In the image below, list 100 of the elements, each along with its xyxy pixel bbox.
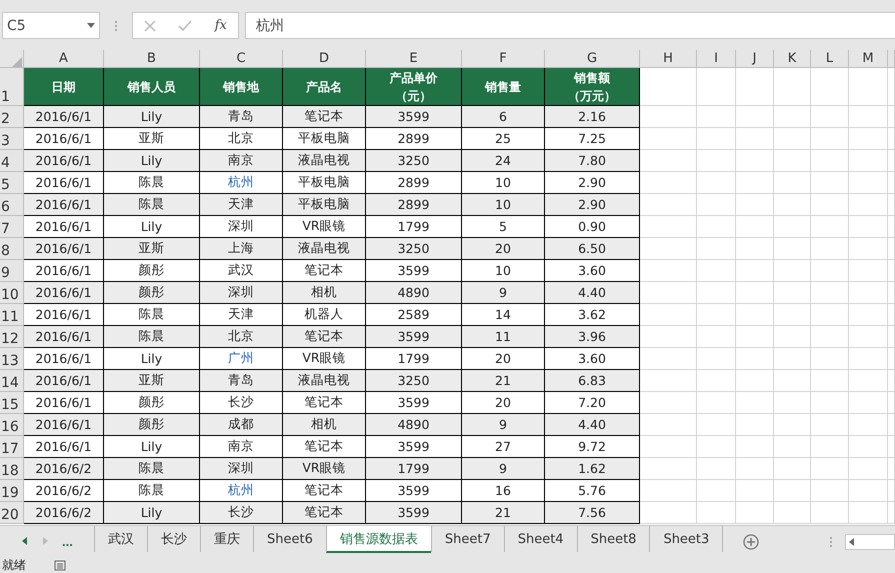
- row-header[interactable]: 1: [0, 68, 24, 106]
- column-header[interactable]: I: [697, 50, 736, 68]
- table-cell: 4890: [366, 282, 462, 304]
- status-text: 就绪: [2, 556, 26, 573]
- table-cell: 9: [462, 282, 545, 304]
- row-header[interactable]: 9: [0, 260, 24, 282]
- table-cell: 9: [462, 414, 545, 436]
- row-header[interactable]: 17: [0, 436, 24, 458]
- table-cell: 2016/6/1: [24, 106, 104, 128]
- column-header[interactable]: K: [774, 50, 811, 68]
- row-header[interactable]: 7: [0, 216, 24, 238]
- table-cell: 1799: [366, 458, 462, 480]
- table-cell: 陈晨: [104, 194, 200, 216]
- table-cell: 6: [462, 106, 545, 128]
- table-cell: 20: [462, 238, 545, 260]
- table-cell: 4.40: [545, 282, 640, 304]
- column-header[interactable]: G: [545, 50, 640, 68]
- row-header[interactable]: 5: [0, 172, 24, 194]
- table-cell: 10: [462, 194, 545, 216]
- table-cell: 21: [462, 370, 545, 392]
- row-header[interactable]: 13: [0, 348, 24, 370]
- table-cell: 2016/6/1: [24, 370, 104, 392]
- table-cell: 3599: [366, 502, 462, 524]
- header-cell: 产品名: [283, 68, 366, 106]
- table-cell: 7.80: [545, 150, 640, 172]
- row-header[interactable]: 18: [0, 458, 24, 480]
- row-header[interactable]: 19: [0, 480, 24, 502]
- table-cell: 深圳: [200, 458, 283, 480]
- horizontal-scrollbar[interactable]: [845, 534, 895, 550]
- header-cell: 销售量: [462, 68, 545, 106]
- table-cell: 2016/6/1: [24, 326, 104, 348]
- table-cell: 2016/6/2: [24, 502, 104, 524]
- table-cell: 笔记本: [283, 502, 366, 524]
- column-header[interactable]: H: [640, 50, 697, 68]
- table-cell: 2016/6/1: [24, 414, 104, 436]
- row-header[interactable]: 3: [0, 128, 24, 150]
- table-cell: 2016/6/2: [24, 458, 104, 480]
- table-cell: 6.83: [545, 370, 640, 392]
- row-header[interactable]: 15: [0, 392, 24, 414]
- insert-function-button[interactable]: fx: [214, 18, 227, 33]
- column-header[interactable]: M: [849, 50, 888, 68]
- more-sheets-button[interactable]: ...: [56, 534, 79, 549]
- row-header[interactable]: 6: [0, 194, 24, 216]
- empty-cells-area[interactable]: [640, 68, 895, 524]
- row-header[interactable]: 16: [0, 414, 24, 436]
- table-cell: 6.50: [545, 238, 640, 260]
- table-cell: 2016/6/1: [24, 282, 104, 304]
- name-box[interactable]: C5: [2, 12, 100, 39]
- table-cell: VR眼镜: [283, 458, 366, 480]
- table-cell: 平板电脑: [283, 194, 366, 216]
- dropdown-icon[interactable]: [87, 23, 95, 28]
- table-cell: 青岛: [200, 106, 283, 128]
- table-cell: 成都: [200, 414, 283, 436]
- table-cell: 亚斯: [104, 238, 200, 260]
- table-cell: 颜彤: [104, 414, 200, 436]
- table-cell: 7.56: [545, 502, 640, 524]
- row-header[interactable]: 14: [0, 370, 24, 392]
- caret-right-icon: [43, 536, 48, 544]
- table-cell: 亚斯: [104, 370, 200, 392]
- add-sheet-icon[interactable]: [743, 534, 760, 550]
- table-cell: 24: [462, 150, 545, 172]
- table-cell: 3250: [366, 238, 462, 260]
- table-cell: 陈晨: [104, 458, 200, 480]
- header-cell: 销售额（万元）: [545, 68, 640, 106]
- table-cell: 21: [462, 502, 545, 524]
- check-icon[interactable]: [178, 20, 192, 32]
- formula-field[interactable]: 杭州: [245, 12, 895, 39]
- header-cell: 日期: [24, 68, 104, 106]
- row-header[interactable]: 2: [0, 106, 24, 128]
- table-cell: 2.90: [545, 194, 640, 216]
- column-header[interactable]: B: [104, 50, 200, 68]
- row-header[interactable]: 12: [0, 326, 24, 348]
- column-header[interactable]: A: [24, 50, 104, 68]
- table-cell: 笔记本: [283, 326, 366, 348]
- sheet-tab[interactable]: 销售源数据表: [326, 526, 431, 553]
- column-header[interactable]: L: [811, 50, 849, 68]
- table-cell: 3599: [366, 106, 462, 128]
- table-cell: 深圳: [200, 282, 283, 304]
- caret-left-icon[interactable]: [849, 538, 854, 546]
- table-cell: 3599: [366, 326, 462, 348]
- column-header[interactable]: C: [200, 50, 283, 68]
- table-cell: 2016/6/1: [24, 238, 104, 260]
- table-cell: Lily: [104, 150, 200, 172]
- table-cell: 颜彤: [104, 282, 200, 304]
- column-header[interactable]: D: [283, 50, 366, 68]
- table-cell: 青岛: [200, 370, 283, 392]
- row-header[interactable]: 11: [0, 304, 24, 326]
- row-header[interactable]: 8: [0, 238, 24, 260]
- header-cell: 产品单价（元）: [366, 68, 462, 106]
- column-header[interactable]: J: [736, 50, 774, 68]
- row-header[interactable]: 10: [0, 282, 24, 304]
- row-header[interactable]: 20: [0, 502, 24, 524]
- row-header[interactable]: 4: [0, 150, 24, 172]
- column-header[interactable]: F: [462, 50, 545, 68]
- cancel-icon[interactable]: [144, 20, 156, 32]
- table-cell: 1.62: [545, 458, 640, 480]
- table-cell: 液晶电视: [283, 150, 366, 172]
- macro-record-icon[interactable]: [54, 559, 66, 571]
- table-cell: 南京: [200, 150, 283, 172]
- column-header[interactable]: E: [366, 50, 462, 68]
